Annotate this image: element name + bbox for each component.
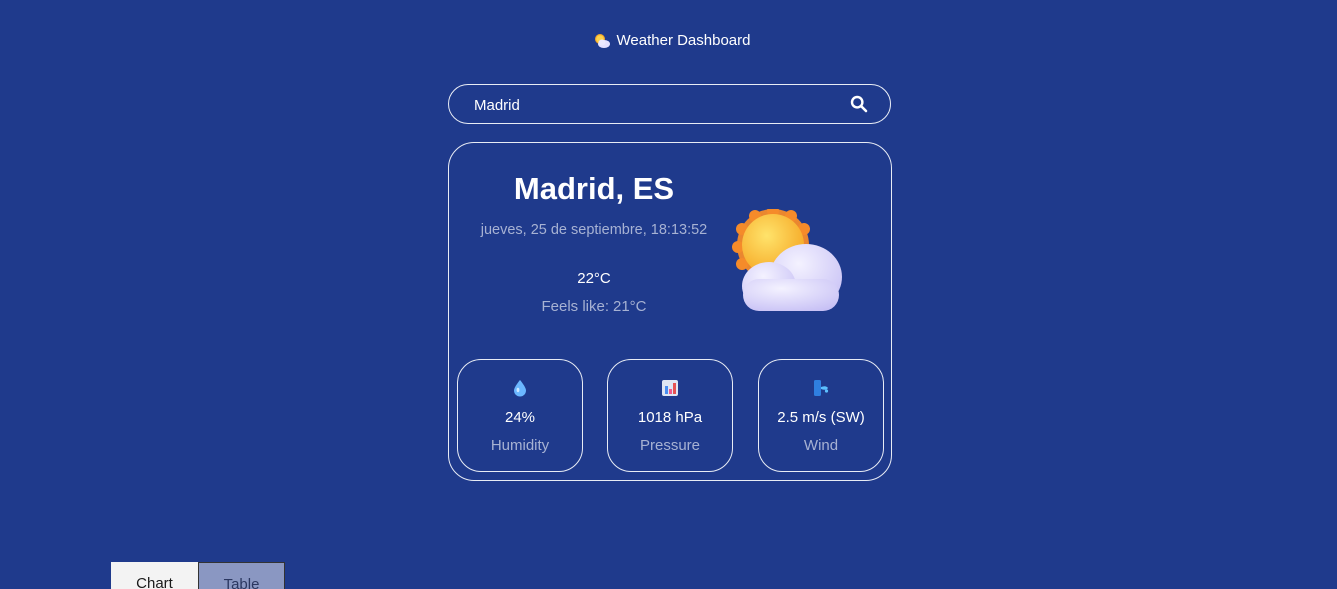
search-icon bbox=[850, 95, 868, 113]
humidity-label: Humidity bbox=[490, 437, 550, 454]
humidity-card: 24% Humidity bbox=[457, 359, 583, 472]
bar-chart-icon bbox=[661, 379, 679, 397]
pressure-card: 1018 hPa Pressure bbox=[607, 359, 733, 472]
current-weather-card: Madrid, ES jueves, 25 de septiembre, 18:… bbox=[448, 142, 892, 481]
humidity-value: 24% bbox=[504, 409, 536, 426]
sun-behind-cloud-icon bbox=[731, 205, 851, 319]
tab-chart[interactable]: Chart bbox=[111, 562, 198, 589]
pressure-value: 1018 hPa bbox=[637, 409, 703, 426]
city-name: Madrid, ES bbox=[513, 171, 675, 206]
wind-label: Wind bbox=[803, 437, 839, 454]
wind-value: 2.5 m/s (SW) bbox=[777, 409, 865, 426]
droplet-icon bbox=[511, 379, 529, 397]
feels-like: Feels like: 21°C bbox=[449, 298, 739, 315]
app-header: Weather Dashboard bbox=[0, 31, 1337, 51]
search-button[interactable] bbox=[850, 95, 868, 113]
weather-dashboard-page: Weather Dashboard Madrid, ES jueves, 25 … bbox=[0, 0, 1337, 589]
feels-like-label: Feels like: bbox=[541, 298, 609, 315]
pressure-label: Pressure bbox=[639, 437, 701, 454]
wind-icon bbox=[812, 379, 830, 397]
temperature: 22°C bbox=[577, 270, 611, 287]
wind-card: 2.5 m/s (SW) Wind bbox=[758, 359, 884, 472]
feels-like-value: 21°C bbox=[613, 298, 647, 315]
page-title: Weather Dashboard bbox=[616, 32, 751, 49]
search-input[interactable] bbox=[472, 85, 836, 125]
view-tabs: Chart Table bbox=[111, 562, 285, 589]
date-time: jueves, 25 de septiembre, 18:13:52 bbox=[480, 222, 708, 238]
sun-behind-cloud-icon bbox=[593, 32, 611, 50]
search-bar bbox=[448, 84, 891, 125]
tab-table[interactable]: Table bbox=[198, 562, 285, 589]
